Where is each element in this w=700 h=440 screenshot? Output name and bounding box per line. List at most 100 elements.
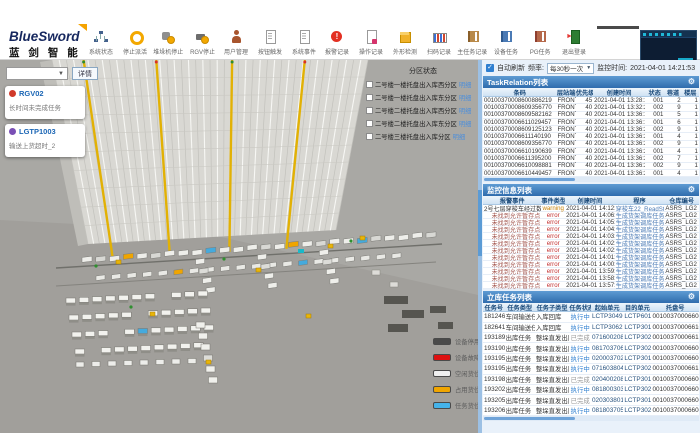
auto-refresh-label: 自动刷新 [497,63,525,73]
side-panel: ✓ 自动刷新 频率: 每30秒一次 ▼ 监控时间: 2021-04-01 14:… [478,60,700,433]
alert-device-code: RGV02 [19,89,44,98]
table-cell: 2021-04-01 13:36:20 [593,133,645,140]
device-select[interactable]: ▼ [6,67,68,80]
zone-detail-link[interactable]: 明细 [459,93,472,102]
frequency-select[interactable]: 每30秒一次 ▼ [547,63,594,74]
table-cell: 1931958 [483,365,505,372]
zone-label: 二号楼二楼托盘出入库东分区 [375,119,457,128]
toolbar-item-8[interactable]: 报警记录 [321,30,355,59]
toolbar-item-4[interactable]: RGV停止 [185,30,219,59]
minimized-window-strip[interactable] [597,26,639,29]
doc2-icon [297,30,311,44]
zone-checkbox[interactable] [366,94,373,101]
table-row[interactable]: 1932050出库任务整垛直发出库已完成0203038011LCTP301600… [483,395,699,405]
table-cell: LCTP3020 [623,334,651,341]
table-row[interactable]: 1812464车间输送任务入库回库执行中LCTP3049LCTP60110010… [483,312,699,322]
toolbar-item-6[interactable]: 按钮触发 [253,30,287,59]
ring-icon [128,30,142,44]
table-cell: FRONT [556,104,575,111]
table-row[interactable]: 未找到允许暂存点error2021-04-01 13:57:49生成货架调库任务… [483,282,699,289]
toolbar-item-label: 操作记录 [359,46,383,55]
column-header[interactable]: 事件类型 [541,196,565,205]
column-header[interactable]: 任务状态 [569,303,591,312]
gear-icon[interactable]: ⚙ [688,76,695,88]
column-header[interactable]: 目的单元 [623,303,651,312]
table-row[interactable]: 1826411车间输送任务入库回库执行中LCTP3062LCTP30150010… [483,323,699,333]
zone-checkbox[interactable] [366,120,373,127]
table-title: 立库任务列表 [487,292,532,303]
table-row[interactable]: 1931986出库任务整垛直发出库已完成0204002081LCTP301600… [483,375,699,385]
column-header[interactable]: 巷道 [664,88,681,97]
table-cell: 0203038011 [591,397,623,404]
column-header[interactable]: 托盘号 [651,303,699,312]
zone-detail-link[interactable]: 明细 [459,80,472,89]
zone-detail-link[interactable]: 明细 [453,132,466,141]
table-cell: error [541,212,565,219]
table-cell: error [541,219,565,226]
table-row[interactable]: 00100370006610449457FRONT402021-04-01 13… [483,170,699,177]
column-header[interactable]: 创建时间 [565,196,615,205]
zone-checkbox[interactable] [366,107,373,114]
column-header[interactable]: 任务号 [483,303,505,312]
auto-refresh-checkbox[interactable]: ✓ [486,64,494,72]
table-cell: 2021-04-01 13:36:22 [593,162,645,169]
toolbar-item-label: 按钮触发 [258,46,282,55]
column-header[interactable]: 仓库编号 [664,196,699,205]
alert-card[interactable]: RGV02长时间未完成任务 [5,86,85,119]
alert-card[interactable]: LGTP1003输送上货超时_2 [5,124,85,157]
zone-detail-link[interactable]: 明细 [459,119,472,128]
table-row[interactable]: 1932025出库任务整垛直发出库执行中0818003032LCTP302000… [483,385,699,395]
zone-label: 二号楼一楼托盘出入库西分区 [375,80,457,89]
toolbar-item-5[interactable]: 用户管理 [219,30,253,59]
column-header[interactable]: 任务子类型 [535,303,570,312]
zone-checkbox[interactable] [366,81,373,88]
toolbar-item-9[interactable]: 操作记录 [354,30,388,59]
toolbar-item-1[interactable]: 系统状态 [84,30,118,59]
toolbar-item-10[interactable]: 外形检测 [388,30,422,59]
zone-checkbox[interactable] [366,133,373,140]
table-row[interactable]: 1931905出库任务整垛直发出库执行中0817037061LCTP302000… [483,343,699,353]
column-header[interactable]: 优先级 [576,88,593,97]
table-cell: 出库任务 [505,344,535,353]
toolbar-item-3[interactable]: 堆垛机停止 [152,30,186,59]
toolbar-item-7[interactable]: 系统事件 [287,30,321,59]
column-header[interactable]: 起始单元 [591,303,623,312]
column-header[interactable]: 任务类型 [505,303,535,312]
zone-row: 二号楼一楼托盘出入库西分区明细 [366,80,480,89]
column-header[interactable]: 楼层 [682,88,699,97]
toolbar-item-14[interactable]: PG任务 [523,30,557,59]
table-row[interactable]: 1931891出库任务整垛直发出库已完成0716002082LCTP302000… [483,333,699,343]
horizontal-scrollbar[interactable] [483,177,699,182]
table-cell: 整垛直发出库 [535,344,570,353]
column-header[interactable]: 状态 [645,88,664,97]
toolbar: 系统状态停止派活堆垛机停止RGV停止用户管理按钮触发系统事件报警记录操作记录外形… [84,30,591,59]
zone-detail-link[interactable]: 明细 [459,106,472,115]
horizontal-scrollbar[interactable] [483,416,699,421]
table-row[interactable]: 1932067出库任务整垛直发出库执行中0818037052LCTP302000… [483,406,699,416]
column-header[interactable]: 创建时间 [593,88,645,97]
table-cell: 1932050 [483,397,505,404]
toolbar-item-13[interactable]: 设备任务 [490,30,524,59]
table-cell: 002 [645,140,664,147]
table-cell: 2021-04-01 14:05:56 [565,219,615,226]
column-header[interactable]: 层站端 [556,88,575,97]
vertical-scrollbar[interactable] [478,190,482,256]
toolbar-item-15[interactable]: 退出登录 [557,30,591,59]
table-cell: 002 [645,162,664,169]
detail-button[interactable]: 详情 [72,67,98,80]
toolbar-item-2[interactable]: 停止派活 [118,30,152,59]
gear-icon[interactable]: ⚙ [688,291,695,303]
table-cell: 1 [682,133,699,140]
table-cell: 入库回库 [535,323,570,332]
table-row[interactable]: 1931958出库任务整垛直发出库执行中0716038042LCTP302000… [483,364,699,374]
toolbar-item-12[interactable]: 主任务记录 [456,30,490,59]
toolbar-item-11[interactable]: 扫码记录 [422,30,456,59]
table-cell: 未找到允许暂存点 [483,281,541,290]
table-cell: 整垛直发出库 [535,385,570,394]
gear-icon[interactable]: ⚙ [688,184,695,196]
table-cell: 2021-04-01 14:12:12 [565,205,615,212]
table-header-row: 任务号任务类型任务子类型任务状态起始单元目的单元托盘号 [483,303,699,312]
table-row[interactable]: 1931956出库任务整垛直发出库执行中0200037022LCTP301600… [483,354,699,364]
legend-label: 空闲货位 [455,369,480,378]
column-header[interactable]: 条码 [483,88,556,97]
